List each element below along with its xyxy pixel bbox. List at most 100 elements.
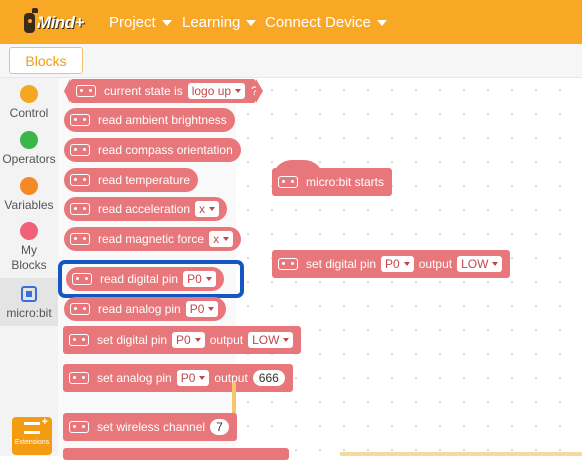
block-read-ambient-brightness[interactable]: read ambient brightness bbox=[64, 108, 235, 132]
microbit-face-icon bbox=[69, 421, 89, 433]
microbit-chip-icon bbox=[21, 286, 37, 302]
category-microbit-label: micro:bit bbox=[6, 306, 52, 320]
dropdown-caret-icon bbox=[283, 338, 290, 342]
control-dot-icon bbox=[20, 85, 38, 103]
dropdown-caret-icon bbox=[199, 376, 206, 380]
microbit-face-icon bbox=[278, 258, 298, 270]
analog-value-input[interactable]: 666 bbox=[252, 370, 285, 386]
dropdown-value: P0 bbox=[385, 257, 400, 271]
dropdown-caret-icon bbox=[235, 89, 242, 93]
block-read-acceleration[interactable]: read acceleration x bbox=[64, 197, 228, 221]
category-microbit[interactable]: micro:bit bbox=[0, 278, 58, 326]
hex-right-point bbox=[256, 79, 263, 103]
variables-dot-icon bbox=[20, 177, 38, 195]
block-partial-next[interactable] bbox=[63, 448, 289, 460]
menu-learning-label: Learning bbox=[182, 14, 241, 31]
block-text: set digital pin bbox=[306, 257, 377, 271]
category-control-label: Control bbox=[9, 106, 49, 120]
menu-project-label: Project bbox=[109, 14, 156, 31]
block-text: read magnetic force bbox=[98, 232, 205, 246]
block-set-wireless-channel[interactable]: set wireless channel 7 bbox=[63, 413, 237, 441]
chevron-down-icon bbox=[161, 19, 172, 26]
menu-connect-device-label: Connect Device bbox=[265, 14, 371, 31]
block-text: read temperature bbox=[98, 173, 191, 187]
dropdown-value: logo up bbox=[191, 84, 232, 98]
robot-logo-icon bbox=[24, 8, 38, 33]
dropdown-caret-icon bbox=[403, 262, 410, 266]
block-text-output: output bbox=[418, 257, 453, 271]
dropdown-caret-icon bbox=[492, 262, 499, 266]
block-text: read ambient brightness bbox=[98, 113, 227, 127]
block-set-digital-pin[interactable]: set digital pin P0 output LOW bbox=[63, 326, 302, 354]
category-operators-label: Operators bbox=[2, 152, 56, 166]
dropdown-value: P0 bbox=[180, 371, 196, 385]
block-current-state[interactable]: current state is logo up ? bbox=[70, 79, 258, 103]
operators-dot-icon bbox=[20, 131, 38, 149]
dropdown-value: x bbox=[213, 232, 220, 246]
microbit-face-icon bbox=[70, 233, 90, 245]
microbit-face-icon bbox=[70, 203, 90, 215]
pin-dropdown[interactable]: P0 bbox=[172, 332, 205, 348]
menu-connect-device[interactable]: Connect Device bbox=[265, 14, 387, 31]
block-read-compass-orientation[interactable]: read compass orientation bbox=[64, 138, 241, 162]
selection-highlight bbox=[58, 260, 244, 298]
extensions-label: Extensions bbox=[14, 439, 50, 446]
microbit-face-icon bbox=[70, 303, 90, 315]
chevron-down-icon bbox=[246, 19, 257, 26]
tab-row: Blocks bbox=[0, 44, 582, 78]
dropdown-caret-icon bbox=[223, 237, 230, 241]
dropdown-caret-icon bbox=[208, 307, 215, 311]
workspace-set-digital-pin-block[interactable]: set digital pin P0 output LOW bbox=[272, 250, 511, 278]
microbit-face-icon bbox=[278, 176, 298, 188]
dropdown-value: LOW bbox=[461, 257, 489, 271]
microbit-face-icon bbox=[70, 174, 90, 186]
workspace-microbit-starts-block[interactable]: micro:bit starts bbox=[272, 168, 393, 196]
block-text: set analog pin bbox=[97, 371, 172, 385]
block-read-temperature[interactable]: read temperature bbox=[64, 168, 199, 192]
microbit-face-icon bbox=[76, 85, 96, 97]
block-read-magnetic-force[interactable]: read magnetic force x bbox=[64, 227, 242, 251]
dropdown-value: LOW bbox=[252, 333, 280, 347]
category-variables-label: Variables bbox=[4, 198, 54, 212]
block-set-analog-pin[interactable]: set analog pin P0 output 666 bbox=[63, 364, 293, 392]
pin-dropdown[interactable]: P0 bbox=[381, 256, 414, 272]
level-dropdown[interactable]: LOW bbox=[457, 256, 503, 272]
block-text: micro:bit starts bbox=[306, 175, 385, 189]
category-my-blocks-label: My Blocks bbox=[11, 243, 47, 272]
menu-learning[interactable]: Learning bbox=[182, 14, 257, 31]
tab-blocks[interactable]: Blocks bbox=[9, 47, 83, 74]
hex-left-point bbox=[64, 79, 70, 103]
my-blocks-dot-icon bbox=[20, 222, 38, 240]
dropdown-caret-icon bbox=[209, 207, 216, 211]
axis-dropdown[interactable]: x bbox=[195, 201, 220, 217]
block-text: read analog pin bbox=[98, 302, 181, 316]
block-text-output: output bbox=[209, 333, 244, 347]
gesture-dropdown[interactable]: logo up bbox=[187, 83, 246, 99]
extensions-icon bbox=[24, 416, 48, 434]
dropdown-caret-icon bbox=[194, 338, 201, 342]
category-my-blocks[interactable]: My Blocks bbox=[0, 222, 58, 273]
category-control[interactable]: Control bbox=[0, 85, 58, 120]
mind-plus-logo: Mind+ bbox=[24, 8, 85, 35]
top-menu-bar: Mind+ Project Learning Connect Device bbox=[0, 0, 582, 44]
microbit-face-icon bbox=[69, 334, 89, 346]
dropdown-value: P0 bbox=[189, 302, 205, 316]
menu-project[interactable]: Project bbox=[109, 14, 172, 31]
pin-dropdown[interactable]: P0 bbox=[176, 370, 210, 386]
workspace-bottom-edge bbox=[340, 452, 582, 456]
microbit-face-icon bbox=[69, 372, 89, 384]
axis-dropdown[interactable]: x bbox=[209, 231, 234, 247]
level-dropdown[interactable]: LOW bbox=[248, 332, 294, 348]
chevron-down-icon bbox=[376, 19, 387, 26]
dropdown-value: P0 bbox=[176, 333, 191, 347]
microbit-face-icon bbox=[70, 114, 90, 126]
category-operators[interactable]: Operators bbox=[0, 131, 58, 166]
block-text: read compass orientation bbox=[98, 143, 233, 157]
block-text: read acceleration bbox=[98, 202, 191, 216]
category-variables[interactable]: Variables bbox=[0, 177, 58, 212]
extensions-button[interactable]: Extensions bbox=[12, 416, 52, 455]
channel-input[interactable]: 7 bbox=[210, 419, 229, 435]
microbit-face-icon bbox=[70, 144, 90, 156]
block-read-analog-pin[interactable]: read analog pin P0 bbox=[64, 297, 227, 321]
pin-dropdown[interactable]: P0 bbox=[185, 301, 219, 317]
